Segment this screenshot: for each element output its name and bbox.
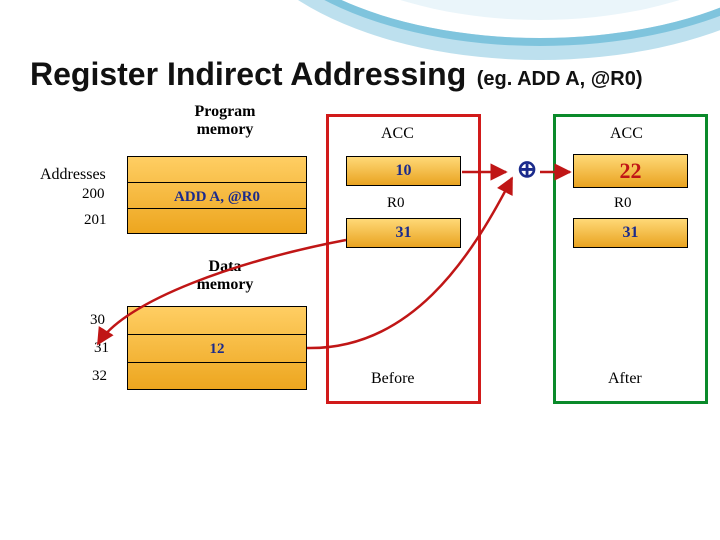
bg-swoosh-ring	[230, 0, 720, 60]
title-example: (eg. ADD A, @R0)	[477, 68, 643, 90]
dm-row-32	[128, 363, 306, 391]
dm-row-30	[128, 307, 306, 335]
dm-row-31: 12	[128, 335, 306, 363]
after-reg-value: 31	[573, 218, 688, 248]
dm-addr-32: 32	[92, 368, 107, 385]
program-memory-heading: Program memory	[175, 103, 275, 139]
plus-icon: ⊕	[514, 158, 540, 184]
dm-addr-30: 30	[90, 312, 105, 329]
pm-row-201	[128, 209, 306, 235]
data-memory-box: 12	[127, 306, 307, 390]
after-footer: After	[608, 370, 642, 388]
page-title: Register Indirect Addressing (eg. ADD A,…	[30, 56, 643, 93]
dm-addr-31: 31	[94, 340, 109, 357]
data-memory-heading: Data memory	[175, 258, 275, 294]
pm-addr-201: 201	[84, 212, 107, 229]
addresses-label: Addresses	[40, 166, 106, 184]
before-footer: Before	[371, 370, 415, 388]
after-acc-label: ACC	[610, 125, 643, 143]
before-reg-label: R0	[387, 195, 405, 212]
pm-row-blank	[128, 157, 306, 183]
pm-row-200: ADD A, @R0	[128, 183, 306, 209]
before-reg-value: 31	[346, 218, 461, 248]
title-main: Register Indirect Addressing	[30, 56, 466, 92]
program-memory-box: ADD A, @R0	[127, 156, 307, 234]
after-reg-label: R0	[614, 195, 632, 212]
after-acc-value: 22	[573, 154, 688, 188]
before-acc-value: 10	[346, 156, 461, 186]
pm-addr-200: 200	[82, 186, 105, 203]
before-acc-label: ACC	[381, 125, 414, 143]
